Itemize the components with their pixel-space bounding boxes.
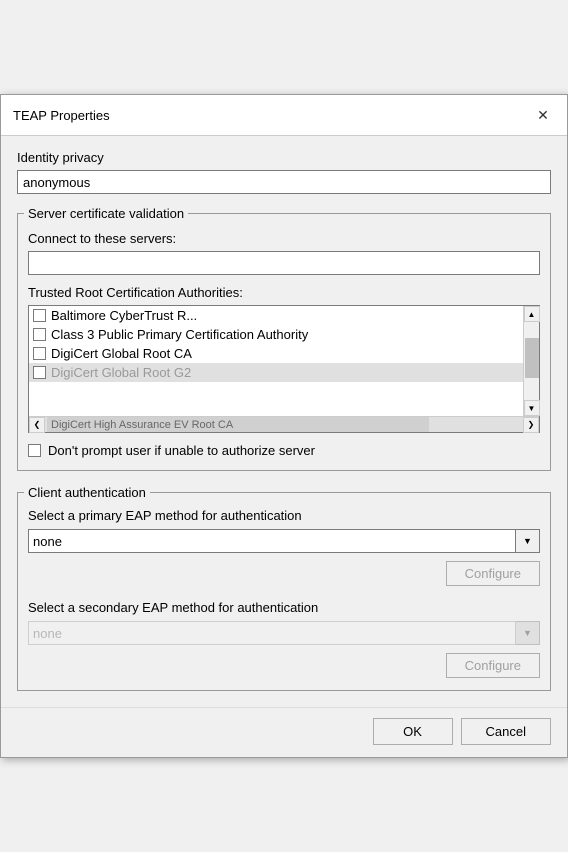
- ca-item-label-3: DigiCert Global Root G2: [51, 365, 191, 380]
- list-item[interactable]: DigiCert Global Root G2: [29, 363, 523, 382]
- secondary-eap-label: Select a secondary EAP method for authen…: [28, 600, 540, 615]
- secondary-eap-dropdown-arrow[interactable]: ▼: [516, 621, 540, 645]
- primary-eap-label: Select a primary EAP method for authenti…: [28, 508, 540, 523]
- ca-scrollbar: ▲ ▼: [523, 306, 539, 416]
- title-bar: TEAP Properties ✕: [1, 95, 567, 136]
- bottom-buttons: OK Cancel: [1, 707, 567, 757]
- primary-eap-select[interactable]: none: [28, 529, 516, 553]
- servers-input[interactable]: [28, 251, 540, 275]
- secondary-eap-dropdown-row: none ▼: [28, 621, 540, 645]
- ca-checkbox-3[interactable]: [33, 366, 46, 379]
- servers-label: Connect to these servers:: [28, 231, 540, 246]
- identity-privacy-input[interactable]: [17, 170, 551, 194]
- list-item[interactable]: DigiCert Global Root CA: [29, 344, 523, 363]
- ca-list-inner[interactable]: Baltimore CyberTrust R... Class 3 Public…: [29, 306, 523, 416]
- ca-checkbox-0[interactable]: [33, 309, 46, 322]
- server-cert-legend: Server certificate validation: [24, 206, 188, 221]
- teap-properties-dialog: TEAP Properties ✕ Identity privacy Serve…: [0, 94, 568, 758]
- ca-item-label-1: Class 3 Public Primary Certification Aut…: [51, 327, 308, 342]
- identity-privacy-label: Identity privacy: [17, 150, 551, 165]
- configure-secondary-button[interactable]: Configure: [446, 653, 540, 678]
- list-item[interactable]: Class 3 Public Primary Certification Aut…: [29, 325, 523, 344]
- primary-eap-dropdown-row: none ▼: [28, 529, 540, 553]
- identity-privacy-section: Identity privacy: [17, 150, 551, 194]
- scrollbar-down-arrow[interactable]: ▼: [524, 400, 540, 416]
- server-cert-section: Server certificate validation Connect to…: [17, 206, 551, 471]
- hscroll-label: DigiCert High Assurance EV Root CA: [47, 419, 233, 431]
- ca-item-label-2: DigiCert Global Root CA: [51, 346, 192, 361]
- list-item[interactable]: Baltimore CyberTrust R...: [29, 306, 523, 325]
- ca-list-scroll-area: Baltimore CyberTrust R... Class 3 Public…: [29, 306, 539, 416]
- hscroll-track[interactable]: DigiCert High Assurance EV Root CA: [45, 417, 523, 432]
- client-auth-section: Client authentication Select a primary E…: [17, 485, 551, 691]
- dialog-body: Identity privacy Server certificate vali…: [1, 136, 567, 703]
- configure-primary-button[interactable]: Configure: [446, 561, 540, 586]
- close-button[interactable]: ✕: [531, 103, 555, 127]
- ca-checkbox-1[interactable]: [33, 328, 46, 341]
- ok-button[interactable]: OK: [373, 718, 453, 745]
- ca-checkbox-2[interactable]: [33, 347, 46, 360]
- scrollbar-up-arrow[interactable]: ▲: [524, 306, 540, 322]
- dialog-title: TEAP Properties: [13, 108, 110, 123]
- dont-prompt-checkbox[interactable]: [28, 444, 41, 457]
- ca-item-label-0: Baltimore CyberTrust R...: [51, 308, 197, 323]
- ca-listbox[interactable]: Baltimore CyberTrust R... Class 3 Public…: [28, 305, 540, 433]
- dont-prompt-label: Don't prompt user if unable to authorize…: [48, 443, 315, 458]
- ca-hscrollbar: ❮ DigiCert High Assurance EV Root CA ❯: [29, 416, 539, 432]
- hscroll-left-arrow[interactable]: ❮: [29, 417, 45, 433]
- cancel-button[interactable]: Cancel: [461, 718, 551, 745]
- secondary-eap-select[interactable]: none: [28, 621, 516, 645]
- dont-prompt-row: Don't prompt user if unable to authorize…: [28, 443, 540, 458]
- scrollbar-thumb[interactable]: [525, 338, 539, 378]
- hscroll-right-arrow[interactable]: ❯: [523, 417, 539, 433]
- ca-label: Trusted Root Certification Authorities:: [28, 285, 540, 300]
- primary-eap-dropdown-arrow[interactable]: ▼: [516, 529, 540, 553]
- client-auth-legend: Client authentication: [24, 485, 150, 500]
